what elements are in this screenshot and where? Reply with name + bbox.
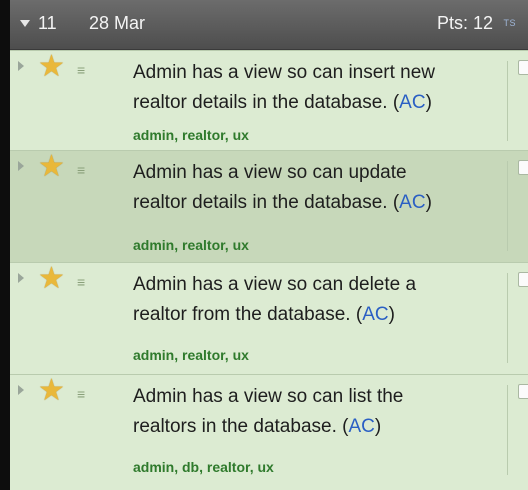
star-icon[interactable]: ★ xyxy=(38,52,65,82)
story-labels[interactable]: admin, realtor, ux xyxy=(133,347,249,363)
story-labels[interactable]: admin, db, realtor, ux xyxy=(133,459,274,475)
story-title-line: realtor from the database. (AC) xyxy=(133,304,395,325)
story-title: Admin has a view so can update realtor d… xyxy=(133,158,498,218)
iteration-header[interactable]: 11 28 Mar Pts: 12 TS xyxy=(10,0,528,50)
story-title-line: Admin has a view so can delete a xyxy=(133,274,417,295)
story-title-line: Admin has a view so can insert new xyxy=(133,62,436,83)
star-icon[interactable]: ★ xyxy=(38,264,65,294)
story-row[interactable]: ★ ≡ Admin has a view so can insert new r… xyxy=(10,50,528,150)
drag-handle-icon[interactable]: ≡ xyxy=(77,62,85,78)
acceptance-criteria-link[interactable]: AC xyxy=(399,192,425,213)
expand-story-icon[interactable] xyxy=(18,385,24,395)
expand-story-icon[interactable] xyxy=(18,161,24,171)
story-row[interactable]: ★ ≡ Admin has a view so can list the rea… xyxy=(10,374,528,490)
iteration-number: 11 xyxy=(38,13,57,33)
story-row[interactable]: ★ ≡ Admin has a view so can delete a rea… xyxy=(10,262,528,374)
divider xyxy=(507,385,508,475)
story-title-line: realtor details in the database. (AC) xyxy=(133,92,432,113)
story-labels[interactable]: admin, realtor, ux xyxy=(133,127,249,143)
acceptance-criteria-link[interactable]: AC xyxy=(399,92,425,113)
acceptance-criteria-link[interactable]: AC xyxy=(348,416,374,437)
drag-handle-icon[interactable]: ≡ xyxy=(77,386,85,402)
story-labels[interactable]: admin, realtor, ux xyxy=(133,237,249,253)
team-strength-icon[interactable]: TS xyxy=(503,18,516,28)
story-title-line: Admin has a view so can list the xyxy=(133,386,404,407)
story-title-line: Admin has a view so can update xyxy=(133,162,407,183)
expand-story-icon[interactable] xyxy=(18,61,24,71)
acceptance-criteria-link[interactable]: AC xyxy=(362,304,388,325)
story-title-line: realtor details in the database. (AC) xyxy=(133,192,432,213)
story-row[interactable]: ★ ≡ Admin has a view so can update realt… xyxy=(10,150,528,262)
story-title: Admin has a view so can list the realtor… xyxy=(133,382,498,442)
iteration-date: 28 Mar xyxy=(89,13,146,33)
story-checkbox[interactable] xyxy=(518,384,528,399)
drag-handle-icon[interactable]: ≡ xyxy=(77,274,85,290)
divider xyxy=(507,161,508,251)
divider xyxy=(507,61,508,141)
story-checkbox[interactable] xyxy=(518,60,528,75)
story-checkbox[interactable] xyxy=(518,160,528,175)
drag-handle-icon[interactable]: ≡ xyxy=(77,162,85,178)
story-checkbox[interactable] xyxy=(518,272,528,287)
story-title-line: realtors in the database. (AC) xyxy=(133,416,382,437)
story-title: Admin has a view so can insert new realt… xyxy=(133,58,498,118)
divider xyxy=(507,273,508,363)
expand-story-icon[interactable] xyxy=(18,273,24,283)
star-icon[interactable]: ★ xyxy=(38,376,65,406)
iteration-points: Pts: 12 xyxy=(436,13,493,33)
collapse-triangle-icon[interactable] xyxy=(20,20,30,27)
star-icon[interactable]: ★ xyxy=(38,152,65,182)
story-title: Admin has a view so can delete a realtor… xyxy=(133,270,498,330)
